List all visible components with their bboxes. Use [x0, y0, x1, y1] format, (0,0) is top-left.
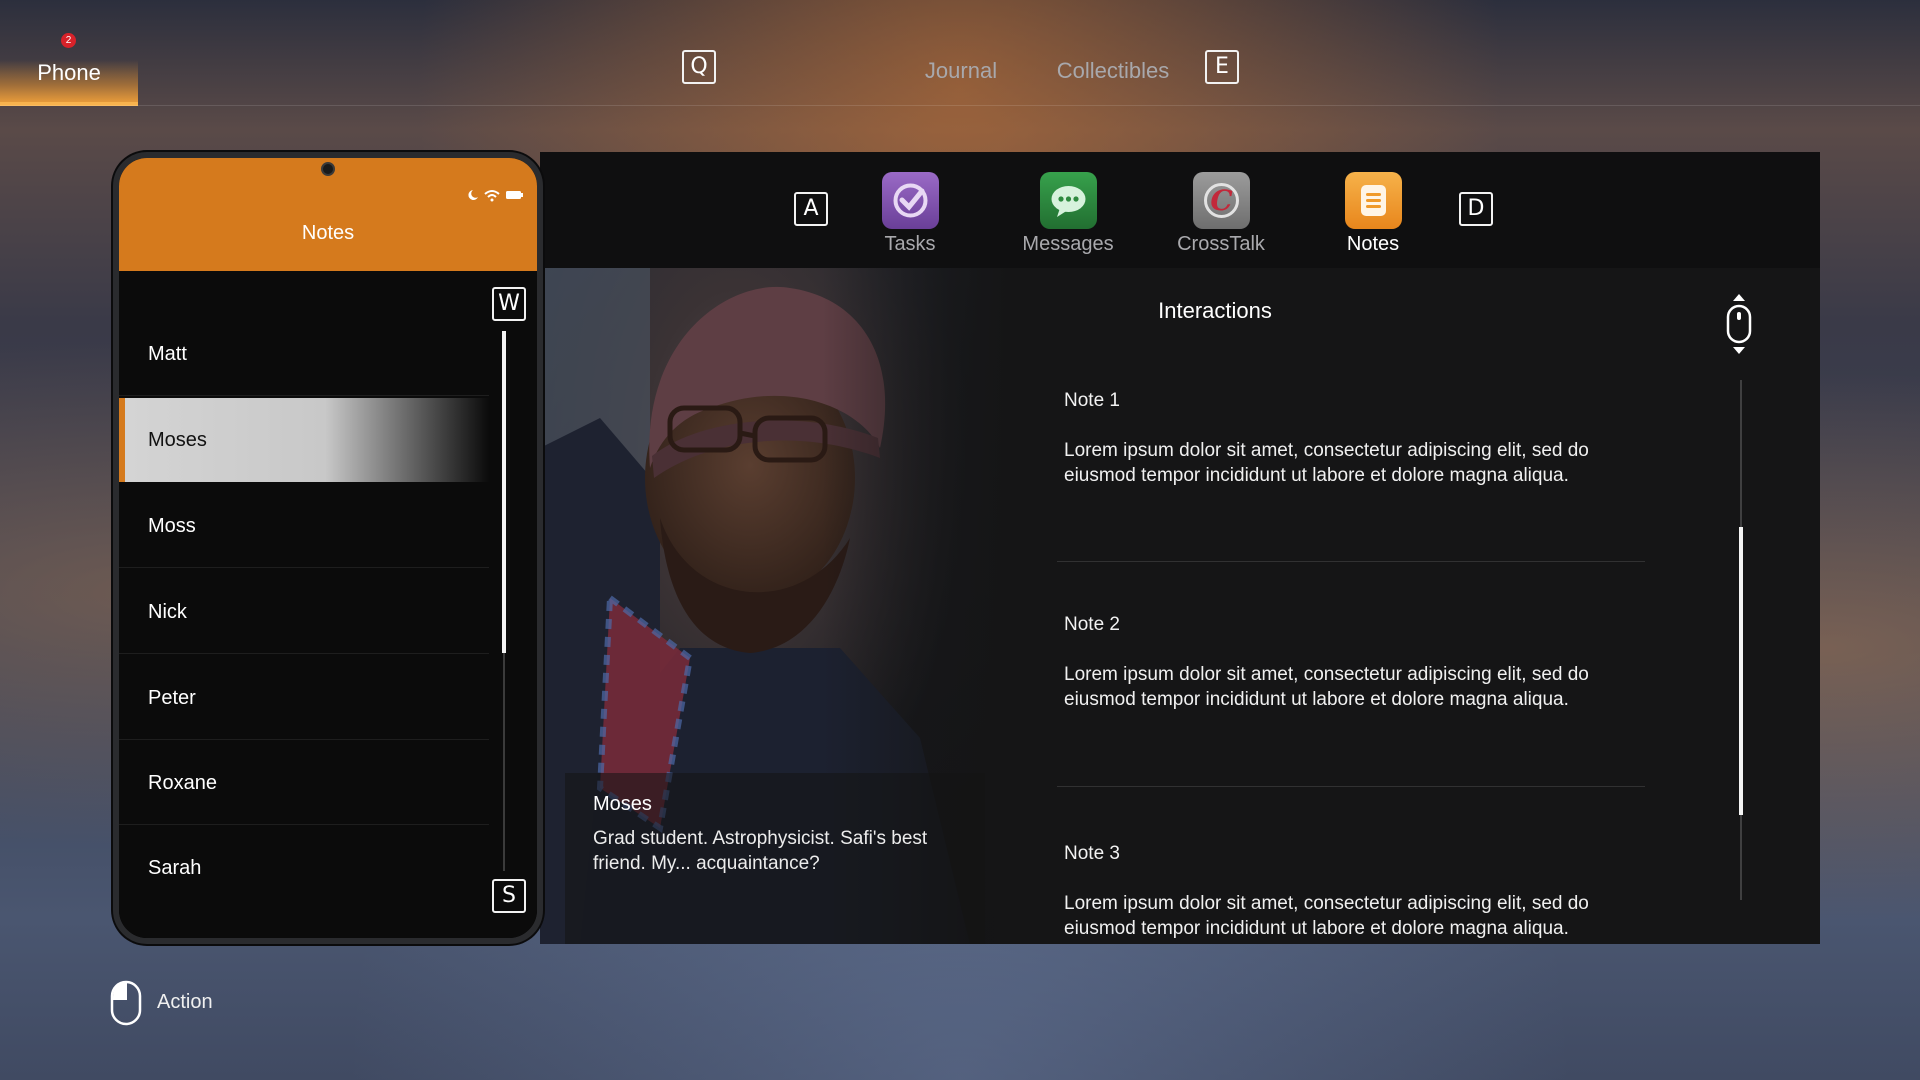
- top-nav-divider: [0, 105, 1920, 106]
- key-d-prompt[interactable]: D: [1459, 192, 1493, 226]
- contact-item-selected[interactable]: Moses: [119, 398, 489, 482]
- tab-collectibles[interactable]: Collectibles: [1042, 58, 1184, 84]
- key-w-prompt[interactable]: W: [492, 287, 526, 321]
- key-s-prompt[interactable]: S: [492, 879, 526, 913]
- tasks-icon: [881, 172, 939, 229]
- contact-item[interactable]: Nick: [119, 570, 489, 654]
- key-q-prompt[interactable]: Q: [682, 50, 716, 84]
- note-divider: [1057, 786, 1645, 787]
- contact-item[interactable]: Sarah: [119, 826, 489, 910]
- app-messages[interactable]: Messages: [993, 172, 1143, 256]
- app-crosstalk[interactable]: C CrossTalk: [1146, 172, 1296, 256]
- key-a-prompt[interactable]: A: [794, 192, 828, 226]
- phone-device: Notes W Matt Moses Moss Nick Peter Roxan…: [113, 152, 543, 944]
- note-title: Note 1: [1064, 390, 1120, 411]
- key-e-prompt[interactable]: E: [1205, 50, 1239, 84]
- contact-scrollbar-thumb[interactable]: [502, 331, 506, 653]
- contact-item[interactable]: Roxane: [119, 741, 489, 825]
- note-body: Lorem ipsum dolor sit amet, consectetur …: [1064, 440, 1589, 486]
- app-messages-label: Messages: [1022, 233, 1114, 255]
- camera-notch: [321, 162, 335, 176]
- app-crosstalk-label: CrossTalk: [1177, 233, 1265, 255]
- note-body: Lorem ipsum dolor sit amet, consectetur …: [1064, 664, 1589, 710]
- mouse-scroll-icon: [1722, 292, 1756, 362]
- phone-title: Notes: [301, 222, 355, 244]
- top-navigation: Q 2 Phone Journal Collectibles E: [0, 0, 1920, 108]
- contact-list: W Matt Moses Moss Nick Peter Roxane Sara…: [119, 271, 537, 938]
- note-title: Note 2: [1064, 614, 1120, 635]
- tab-phone-label: Phone: [37, 60, 101, 85]
- mouse-click-icon: [110, 980, 142, 1026]
- app-notes-label: Notes: [1346, 233, 1400, 255]
- note-body: Lorem ipsum dolor sit amet, consectetur …: [1064, 893, 1589, 939]
- notes-scrollbar-thumb[interactable]: [1739, 527, 1743, 815]
- app-tasks[interactable]: Tasks: [835, 172, 985, 256]
- contact-item[interactable]: Peter: [119, 656, 489, 740]
- character-portrait: Moses Grad student. Astrophysicist. Safi…: [540, 268, 1010, 944]
- interactions-heading: Interactions: [1158, 298, 1272, 323]
- tab-phone[interactable]: 2 Phone: [0, 0, 138, 106]
- app-tasks-label: Tasks: [884, 233, 936, 255]
- messages-icon: [1039, 172, 1097, 229]
- tab-journal[interactable]: Journal: [900, 58, 1022, 84]
- main-panel: A Tasks Messages C CrossTalk Notes D Mos…: [540, 152, 1820, 944]
- contact-item[interactable]: Moss: [119, 484, 489, 568]
- character-name: Moses: [593, 793, 652, 815]
- app-bar: A Tasks Messages C CrossTalk Notes D: [540, 152, 1820, 268]
- contact-item[interactable]: Matt: [119, 312, 489, 396]
- character-description: Grad student. Astrophysicist. Safi's bes…: [593, 828, 928, 874]
- notes-icon: [1344, 172, 1402, 229]
- crosstalk-icon: C: [1192, 172, 1250, 229]
- note-divider: [1057, 561, 1645, 562]
- character-info-card: Moses Grad student. Astrophysicist. Safi…: [565, 773, 985, 944]
- phone-header: Notes: [119, 158, 537, 271]
- svg-text:C: C: [1210, 184, 1233, 217]
- action-prompt-label: Action: [157, 991, 213, 1013]
- note-title: Note 3: [1064, 843, 1120, 864]
- status-icons: [465, 188, 525, 202]
- app-notes[interactable]: Notes: [1298, 172, 1448, 256]
- notification-badge: 2: [61, 33, 76, 48]
